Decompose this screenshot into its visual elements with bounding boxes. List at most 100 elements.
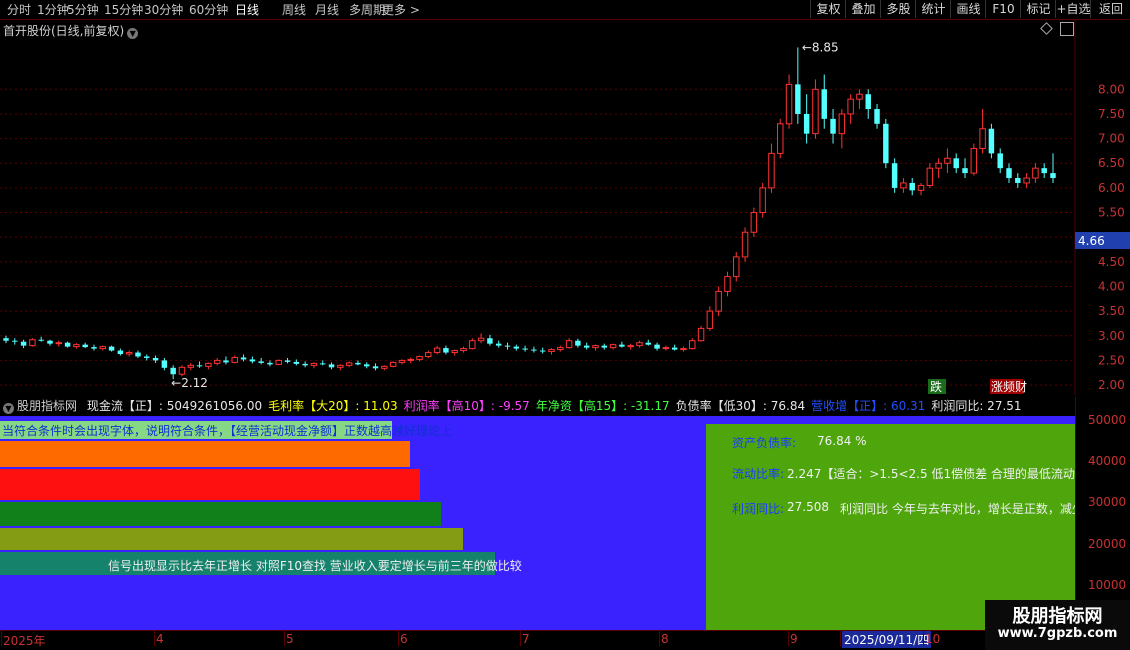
candle-body: [469, 340, 476, 350]
chevron-down-icon[interactable]: ▼: [3, 403, 14, 414]
indicator-prefix: 股朋指标网: [17, 399, 78, 413]
candle-body: [997, 153, 1003, 169]
toolbar-item-2[interactable]: 5分钟: [67, 1, 99, 18]
profit-yoy-note: 利润同比 今年与去年对比，增长是正数，减少: [840, 502, 1075, 516]
current-ratio-value: 2.247【适合：>1.5<2.5 低1偿债差 合理的最低流动比率: [787, 467, 1075, 481]
candle-body: [389, 361, 397, 367]
bar-olive: [0, 528, 463, 550]
candle-body: [416, 355, 423, 360]
candle-body: [557, 347, 564, 351]
candle-body: [944, 157, 951, 164]
x-axis-tick: [1, 630, 2, 646]
candle-body: [689, 340, 696, 350]
toolbar-item-7[interactable]: 周线: [282, 1, 306, 18]
candle-body: [970, 147, 978, 174]
x-axis-label: 5: [286, 632, 294, 646]
x-axis-tick: [284, 630, 285, 646]
debt-ratio-value: 76.84 %: [817, 434, 867, 448]
candle-body: [680, 348, 687, 351]
indicator-value-1: 毛利率【大20】: 11.03: [268, 399, 398, 413]
indicator-value-3: 年净资【高15】: -31.17: [535, 399, 670, 413]
price-tick-label: 2.50: [1098, 353, 1125, 367]
x-axis-tick: [659, 630, 660, 646]
signal-rise: 涨频财: [991, 379, 1027, 394]
candle-body: [161, 360, 168, 368]
toolbar-item-6[interactable]: 日线: [235, 1, 259, 18]
toolbar-item-0[interactable]: 分时: [7, 1, 31, 18]
candle-body: [310, 362, 318, 366]
toolbar-item-1[interactable]: 1分钟: [37, 1, 69, 18]
candle-body: [275, 359, 282, 365]
profit-yoy-value: 27.508: [787, 500, 829, 514]
candle-body: [205, 362, 212, 367]
x-axis-tick: [840, 630, 841, 646]
candle-body: [451, 350, 458, 354]
candle-body: [601, 345, 608, 348]
candle-body: [82, 344, 88, 348]
toolbar-item-9[interactable]: 多周期: [349, 1, 385, 18]
candle-body: [759, 187, 766, 214]
bar-orange: [0, 441, 410, 467]
candle-body: [830, 118, 836, 134]
indicator-value-5: 营收增【正】: 60.31: [811, 399, 926, 413]
toolbar-item-8[interactable]: 月线: [315, 1, 339, 18]
candle-body: [144, 356, 150, 358]
toolbar-button-0[interactable]: 复权: [810, 0, 846, 18]
toolbar-button-1[interactable]: 叠加: [845, 0, 881, 18]
candle-body: [372, 366, 379, 369]
toolbar-button-5[interactable]: F10: [985, 0, 1021, 18]
candle-body: [821, 89, 827, 119]
toolbar-item-5[interactable]: 60分钟: [189, 1, 228, 18]
candle-body: [187, 364, 194, 368]
toolbar-item-10[interactable]: 更多 >: [382, 1, 420, 18]
indicator-value-2: 利润率【高10】: -9.57: [403, 399, 530, 413]
candle-body: [592, 345, 599, 349]
indicator-header: ▼ 股朋指标网 现金流【正】: 5049261056.00 毛利率【大20】: 11…: [0, 397, 1075, 414]
candle-body: [213, 359, 221, 364]
candle-body: [38, 339, 44, 341]
toolbar-button-7[interactable]: +自选: [1055, 0, 1091, 18]
candlestick-chart[interactable]: 8.007.507.006.506.005.505.004.504.003.50…: [0, 20, 1130, 395]
price-tick-label: 5.50: [1098, 206, 1125, 220]
candle-body: [785, 83, 793, 125]
candle-body: [795, 84, 801, 114]
candle-body: [170, 367, 176, 375]
candle-body: [909, 182, 915, 191]
price-tick-label: 3.50: [1098, 304, 1125, 318]
current-price-value: 4.66: [1078, 234, 1105, 248]
candle-body: [12, 340, 18, 342]
candle-body: [231, 356, 238, 363]
signal-die: 跌: [930, 379, 942, 394]
candle-body: [398, 359, 406, 363]
candle-body: [267, 362, 273, 365]
toolbar-button-8[interactable]: 返回: [1090, 0, 1130, 18]
candle-body: [178, 366, 186, 375]
toolbar-item-4[interactable]: 30分钟: [144, 1, 183, 18]
candle-body: [865, 94, 871, 110]
indicator-value-4: 负债率【低30】: 76.84: [675, 399, 806, 413]
candle-body: [477, 337, 485, 342]
candle-body: [609, 344, 617, 349]
candle-body: [337, 364, 344, 368]
candle-body: [117, 350, 124, 355]
x-axis-label: 7: [522, 632, 530, 646]
candle-body: [812, 88, 819, 135]
price-tick-label: 4.00: [1098, 279, 1125, 293]
bar-red: [0, 469, 420, 500]
indicator-axis-label: 50000: [1088, 413, 1127, 427]
toolbar-button-2[interactable]: 多股: [880, 0, 916, 18]
current-ratio-label: 流动比率:: [732, 467, 785, 481]
candle-body: [706, 310, 714, 329]
candle-body: [29, 339, 36, 347]
toolbar-button-6[interactable]: 标记: [1020, 0, 1056, 18]
candle-body: [777, 123, 784, 154]
toolbar-button-3[interactable]: 统计: [915, 0, 951, 18]
candle-body: [522, 348, 528, 350]
period-toolbar: 分时 1分钟 5分钟 15分钟 30分钟 60分钟 日线 周线 月线 多周期 更多 > 复权 叠加 多股…: [0, 0, 1130, 20]
candle-body: [1023, 177, 1030, 184]
candle-body: [768, 152, 775, 189]
candle-body: [838, 113, 846, 135]
candle-body: [258, 361, 264, 363]
toolbar-button-4[interactable]: 画线: [950, 0, 986, 18]
toolbar-item-3[interactable]: 15分钟: [104, 1, 143, 18]
